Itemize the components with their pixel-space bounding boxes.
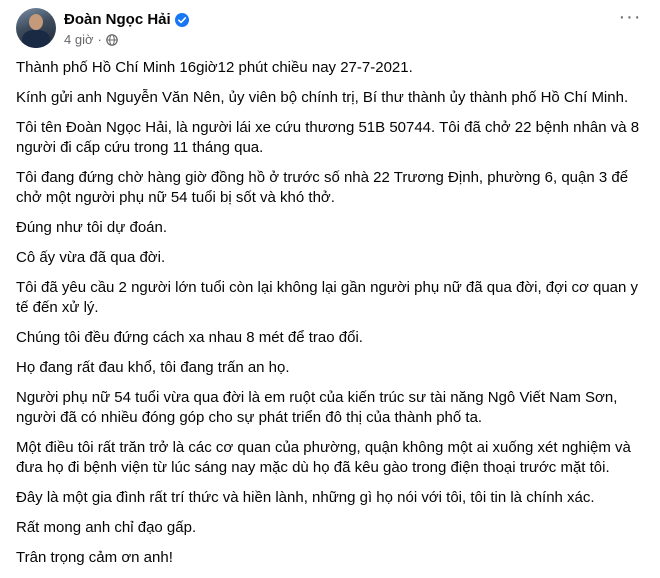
post-paragraph: Người phụ nữ 54 tuổi vừa qua đời là em r… bbox=[16, 389, 618, 426]
globe-icon[interactable] bbox=[106, 34, 118, 46]
post-paragraph: Tôi đang đứng chờ hàng giờ đồng hồ ở trư… bbox=[16, 169, 629, 206]
post-paragraph: Họ đang rất đau khổ, tôi đang trấn an họ… bbox=[16, 359, 290, 376]
avatar-head bbox=[29, 14, 43, 30]
more-options-button[interactable]: ··· bbox=[616, 7, 644, 30]
post-content: Thành phố Hồ Chí Minh 16giờ12 phút chiều… bbox=[16, 58, 648, 578]
post-meta: 4 giờ · bbox=[64, 32, 118, 48]
post-paragraph: Rất mong anh chỉ đạo gấp. bbox=[16, 519, 197, 536]
post-header: Đoàn Ngọc Hải 4 giờ · ··· bbox=[0, 0, 660, 56]
post-paragraph: Tôi tên Đoàn Ngọc Hải, là người lái xe c… bbox=[16, 119, 640, 156]
post-paragraph: Đây là một gia đình rất trí thức và hiền… bbox=[16, 489, 595, 506]
post-paragraph: Thành phố Hồ Chí Minh 16giờ12 phút chiều… bbox=[16, 59, 413, 76]
post-timestamp[interactable]: 4 giờ bbox=[64, 32, 94, 48]
post-paragraph: Cô ấy vừa đã qua đời. bbox=[16, 249, 166, 266]
meta-separator: · bbox=[97, 32, 102, 47]
post-paragraph: Trân trọng cảm ơn anh! bbox=[16, 549, 173, 566]
post-paragraph: Chúng tôi đều đứng cách xa nhau 8 mét để… bbox=[16, 329, 363, 346]
verified-badge-icon bbox=[174, 13, 189, 27]
author-name[interactable]: Đoàn Ngọc Hải bbox=[64, 10, 171, 30]
author-avatar[interactable] bbox=[16, 8, 56, 48]
avatar-body bbox=[22, 30, 50, 48]
post-paragraph: Tôi đã yêu cầu 2 người lớn tuổi còn lại … bbox=[16, 279, 639, 316]
post-paragraph: Một điều tôi rất trăn trở là các cơ quan… bbox=[16, 439, 631, 476]
author-row: Đoàn Ngọc Hải bbox=[64, 10, 189, 30]
post-paragraph: Đúng như tôi dự đoán. bbox=[16, 219, 168, 236]
post-paragraph: Kính gửi anh Nguyễn Văn Nên, ủy viên bộ … bbox=[16, 89, 629, 106]
facebook-post: Đoàn Ngọc Hải 4 giờ · ··· Thành phố Hồ C… bbox=[0, 0, 660, 566]
